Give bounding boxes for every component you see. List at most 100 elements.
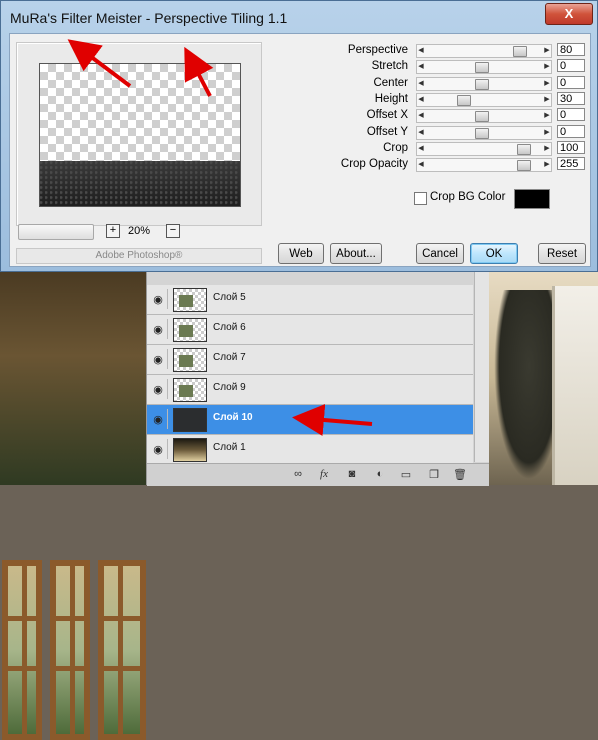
zoom-controls: + 20% − [16, 224, 260, 242]
slider-right-arrow-icon[interactable]: ▶ [543, 110, 551, 122]
layer-thumbnail [173, 348, 207, 372]
layers-panel: ◉ Слой 5 ◉ Слой 6 ◉ Слой 7 ◉ Слой 9 ◉ Слой 10 ◉ Сло… [146, 270, 489, 486]
slider-left-arrow-icon[interactable]: ◀ [417, 78, 425, 90]
param-slider[interactable]: ◀ ▶ [416, 60, 552, 75]
slider-thumb[interactable] [513, 46, 527, 57]
param-slider[interactable]: ◀ ▶ [416, 92, 552, 107]
param-value-input[interactable]: 0 [557, 59, 585, 73]
param-slider[interactable]: ◀ ▶ [416, 76, 552, 91]
param-value-input[interactable]: 30 [557, 91, 585, 105]
tree-image [494, 290, 552, 480]
slider-right-arrow-icon[interactable]: ▶ [543, 127, 551, 139]
param-value-input[interactable]: 0 [557, 108, 585, 122]
slider-right-arrow-icon[interactable]: ▶ [543, 143, 551, 155]
param-label: Perspective [347, 44, 408, 56]
slider-thumb[interactable] [457, 94, 471, 106]
visibility-eye-icon[interactable]: ◉ [149, 349, 168, 369]
new-layer-icon[interactable]: ❐ [427, 467, 441, 481]
close-button[interactable]: X [545, 3, 593, 25]
param-slider[interactable]: ◀ ▶ [416, 158, 552, 173]
param-row: Offset X ◀ ▶ 0 [268, 108, 588, 124]
slider-left-arrow-icon[interactable]: ◀ [417, 127, 425, 139]
param-label: Offset X [366, 109, 408, 122]
param-slider[interactable]: ◀ ▶ [416, 109, 552, 124]
preview-scrollbar[interactable] [18, 224, 94, 240]
param-value-input[interactable]: 0 [557, 124, 585, 138]
slider-thumb[interactable] [475, 78, 489, 90]
slider-left-arrow-icon[interactable]: ◀ [417, 110, 425, 122]
layers-toolbar: ∞ fx ◙ ◐ ▭ ❐ 🗑 [147, 463, 489, 486]
web-button[interactable]: Web [278, 243, 324, 264]
crop-bg-label: Crop BG Color [430, 191, 506, 203]
visibility-eye-icon[interactable]: ◉ [149, 409, 168, 429]
preview-frame [16, 42, 262, 226]
slider-left-arrow-icon[interactable]: ◀ [417, 61, 425, 73]
slider-left-arrow-icon[interactable]: ◀ [417, 45, 425, 57]
canvas-background-left [0, 270, 148, 740]
slider-right-arrow-icon[interactable]: ▶ [543, 61, 551, 73]
layer-row[interactable]: ◉ Слой 5 [147, 285, 473, 315]
layer-row[interactable]: ◉ Слой 9 [147, 375, 473, 405]
slider-right-arrow-icon[interactable]: ▶ [543, 78, 551, 90]
slider-left-arrow-icon[interactable]: ◀ [417, 94, 425, 106]
door-image [98, 560, 146, 740]
slider-left-arrow-icon[interactable]: ◀ [417, 159, 425, 171]
param-row: Offset Y ◀ ▶ 0 [268, 124, 588, 141]
slider-thumb[interactable] [475, 111, 489, 123]
slider-right-arrow-icon[interactable]: ▶ [543, 159, 551, 171]
link-icon[interactable]: ∞ [291, 467, 305, 481]
visibility-eye-icon[interactable]: ◉ [149, 319, 168, 339]
param-slider[interactable]: ◀ ▶ [416, 44, 552, 58]
crop-bg-checkbox[interactable] [414, 192, 427, 205]
param-value-input[interactable]: 255 [557, 157, 585, 171]
group-folder-icon[interactable]: ▭ [399, 467, 413, 481]
ok-button[interactable]: OK [470, 243, 518, 264]
host-app-label: Adobe Photoshop® [16, 248, 262, 264]
visibility-eye-icon[interactable]: ◉ [149, 439, 168, 459]
zoom-in-button[interactable]: + [106, 224, 120, 238]
param-slider[interactable]: ◀ ▶ [416, 125, 552, 140]
canvas-background-right [488, 270, 598, 485]
slider-thumb[interactable] [475, 62, 489, 74]
param-label: Offset Y [366, 125, 408, 138]
zoom-out-button[interactable]: − [166, 224, 180, 238]
preview-ground-texture [40, 161, 240, 206]
visibility-eye-icon[interactable]: ◉ [149, 379, 168, 399]
slider-thumb[interactable] [475, 127, 489, 139]
param-value-input[interactable]: 80 [557, 43, 585, 56]
preview-image[interactable] [39, 63, 241, 207]
param-label: Stretch [371, 60, 408, 73]
layer-thumbnail [173, 288, 207, 312]
trash-icon[interactable]: 🗑 [453, 467, 467, 481]
param-value-input[interactable]: 100 [557, 140, 585, 154]
layers-scrollbar[interactable] [474, 270, 489, 462]
layer-thumbnail [173, 408, 207, 432]
layer-row[interactable]: ◉ Слой 7 [147, 345, 473, 375]
layer-row[interactable]: ◉ Слой 1 [147, 435, 473, 465]
mask-icon[interactable]: ◙ [345, 467, 359, 481]
layer-row[interactable]: ◉ Слой 6 [147, 315, 473, 345]
slider-right-arrow-icon[interactable]: ▶ [543, 45, 551, 57]
slider-right-arrow-icon[interactable]: ▶ [543, 94, 551, 106]
visibility-eye-icon[interactable]: ◉ [149, 289, 168, 309]
slider-left-arrow-icon[interactable]: ◀ [417, 143, 425, 155]
dialog-client-area: + 20% − Adobe Photoshop® Perspective ◀ ▶ 80… [9, 33, 591, 267]
crop-bg-color-swatch[interactable] [514, 189, 550, 209]
fx-icon[interactable]: fx [317, 467, 331, 481]
param-label: Crop Opacity [340, 158, 408, 171]
about-button[interactable]: About... [330, 243, 382, 264]
cancel-button[interactable]: Cancel [416, 243, 464, 264]
reset-button[interactable]: Reset [538, 243, 586, 264]
filter-dialog: MuRa's Filter Meister - Perspective Tili… [0, 0, 598, 272]
param-value-input[interactable]: 0 [557, 75, 585, 89]
param-label: Center [373, 76, 408, 89]
param-row: Center ◀ ▶ 0 [268, 75, 588, 92]
dialog-titlebar[interactable]: MuRa's Filter Meister - Perspective Tili… [1, 1, 598, 33]
layer-row[interactable]: ◉ Слой 10 [147, 405, 473, 435]
window-frame [552, 286, 598, 485]
param-row: Crop Opacity ◀ ▶ 255 [268, 157, 588, 173]
param-slider[interactable]: ◀ ▶ [416, 141, 552, 156]
adjustment-icon[interactable]: ◐ [373, 467, 387, 481]
slider-thumb[interactable] [517, 143, 531, 155]
slider-thumb[interactable] [517, 160, 531, 172]
